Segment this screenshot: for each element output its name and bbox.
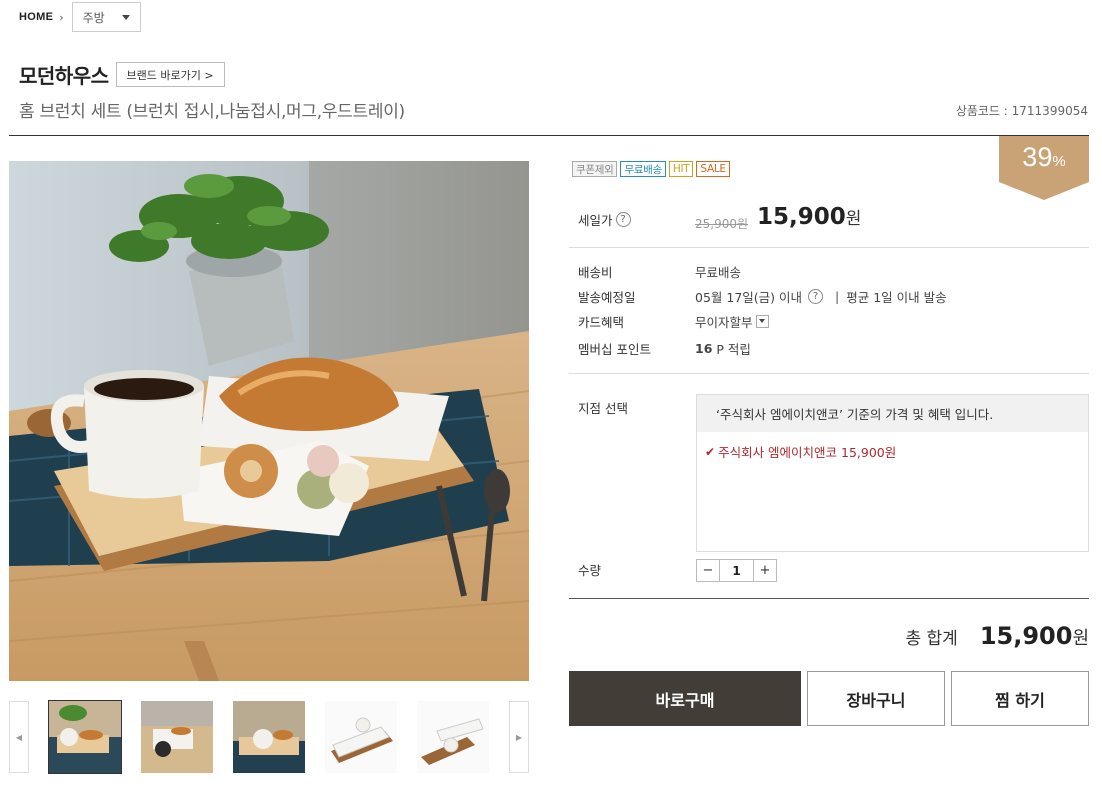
brunch-set-photo (9, 161, 529, 681)
thumbnail-image (49, 701, 121, 773)
sale-price-unit: 원 (845, 209, 862, 229)
divider (569, 598, 1089, 599)
caret-right-icon: ▶ (515, 732, 523, 742)
total-row: 총 합계 15,900 원 (905, 622, 1089, 650)
divider (9, 135, 1089, 136)
discount-unit: % (1052, 153, 1066, 170)
divider (569, 247, 1089, 248)
sale-price-value: 15,900 (757, 204, 846, 230)
total-label: 총 합계 (905, 629, 958, 649)
total-unit: 원 (1072, 628, 1089, 649)
discount-value: 39 (1022, 142, 1053, 172)
thumbnail-next-button[interactable]: ▶ (509, 701, 529, 773)
brand-shortcut-button[interactable]: 브랜드 바로가기 > (115, 62, 225, 87)
discount-text: 39% (999, 142, 1089, 173)
card-benefit-dropdown[interactable] (755, 314, 769, 328)
branch-select-label: 지점 선택 (578, 401, 628, 416)
buy-now-button[interactable]: 바로구매 (569, 671, 801, 726)
branch-option[interactable]: ✔ 주식회사 엠에이치앤코 15,900원 (705, 442, 1088, 461)
branch-notice: ‘주식회사 엠에이치앤코’ 기준의 가격 및 혜택 입니다. (697, 395, 1088, 432)
discount-tag: 39% (999, 136, 1089, 200)
delivery-average: 평균 1일 이내 발송 (846, 289, 947, 305)
quantity-label: 수량 (578, 563, 602, 578)
thumbnail-4[interactable] (325, 701, 397, 773)
quantity-decrease-button[interactable]: − (697, 560, 719, 581)
sale-price: 15,900원 (757, 204, 861, 230)
thumbnail-3[interactable] (233, 701, 305, 773)
breadcrumb: HOME › 주방 (19, 2, 141, 32)
breadcrumb-home-link[interactable]: HOME (19, 11, 53, 23)
wishlist-button[interactable]: 찜 하기 (951, 671, 1089, 726)
badge-hit: HIT (668, 161, 694, 177)
thumbnail-image (141, 701, 213, 773)
caret-left-icon: ◀ (15, 732, 23, 742)
branch-select-box: ‘주식회사 엠에이치앤코’ 기준의 가격 및 혜택 입니다. ✔ 주식회사 엠에… (696, 394, 1089, 552)
quantity-input[interactable]: 1 (719, 560, 754, 581)
points-unit: P 적립 (716, 341, 751, 357)
card-benefit-text: 무이자할부 (695, 314, 753, 330)
brand-row: 모던하우스 브랜드 바로가기 > (19, 60, 225, 89)
chevron-right-icon: › (59, 10, 64, 24)
shipping-value: 무료배송 (695, 264, 742, 280)
badge-free-shipping: 무료배송 (620, 161, 666, 177)
badge-coupon-excluded: 쿠폰제외 (572, 161, 618, 177)
delivery-date: 05월 17일(금) 이내 (695, 289, 803, 305)
quantity-increase-button[interactable]: + (754, 560, 776, 581)
sale-price-row: 세일가 ? 25,900원 15,900원 (578, 204, 1090, 234)
thumbnail-1[interactable] (48, 700, 122, 774)
separator: | (835, 288, 840, 304)
quantity-stepper: − 1 + (696, 559, 777, 582)
category-select-value: 주방 (82, 10, 105, 25)
product-title: 홈 브런치 세트 (브런치 접시,나눔접시,머그,우드트레이) (19, 102, 405, 122)
branch-option-label: 주식회사 엠에이치앤코 15,900원 (718, 445, 897, 460)
thumbnail-prev-button[interactable]: ◀ (9, 701, 29, 773)
help-icon[interactable]: ? (808, 288, 824, 304)
card-benefit-row: 카드혜택 무이자할부 (578, 311, 1088, 331)
membership-points-value: 16 P 적립 (695, 339, 751, 358)
delivery-label: 발송예정일 (578, 289, 636, 305)
shipping-row: 배송비 무료배송 (578, 261, 1088, 281)
card-benefit-value: 무이자할부 (695, 312, 769, 331)
product-code: 상품코드 : 1711399054 (955, 104, 1088, 118)
divider (569, 373, 1089, 374)
sale-price-label: 세일가 (578, 212, 613, 228)
original-price: 25,900원 (695, 217, 749, 231)
check-icon: ✔ (705, 444, 716, 459)
thumbnail-image (233, 701, 305, 773)
brand-name: 모던하우스 (19, 64, 109, 88)
help-icon[interactable]: ? (615, 211, 631, 227)
total-amount: 15,900 (979, 622, 1073, 650)
thumbnail-image (325, 701, 397, 773)
thumbnail-2[interactable] (141, 701, 213, 773)
thumbnail-5[interactable] (417, 701, 489, 773)
shipping-label: 배송비 (578, 264, 613, 280)
main-product-image (9, 161, 529, 681)
badge-list: 쿠폰제외 무료배송 HIT SALE (572, 161, 730, 177)
delivery-row: 발송예정일 05월 17일(금) 이내 ? | 평균 1일 이내 발송 (578, 286, 1088, 306)
thumbnail-image (417, 701, 489, 773)
delivery-value: 05월 17일(금) 이내 ? | 평균 1일 이내 발송 (695, 287, 947, 306)
badge-sale: SALE (696, 161, 730, 177)
membership-points-row: 멤버십 포인트 16 P 적립 (578, 338, 1088, 358)
caret-down-icon (759, 319, 766, 323)
add-to-cart-button[interactable]: 장바구니 (807, 671, 945, 726)
caret-down-icon (121, 14, 130, 20)
membership-points-label: 멤버십 포인트 (578, 341, 651, 357)
category-select[interactable]: 주방 (71, 2, 141, 32)
points-amount: 16 (695, 340, 713, 356)
card-benefit-label: 카드혜택 (578, 314, 625, 330)
thumbnail-strip: ◀ ▶ (9, 700, 529, 774)
